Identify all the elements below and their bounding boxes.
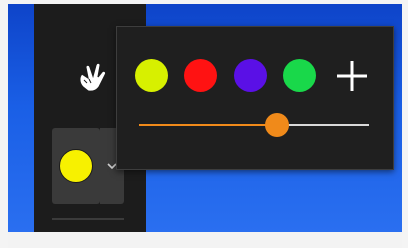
swatch-green[interactable] [283, 59, 316, 92]
bottom-strip [8, 232, 402, 248]
swatch-yellow-green[interactable] [135, 59, 168, 92]
current-color-button[interactable] [52, 128, 100, 204]
hand-pointer-icon [79, 62, 107, 92]
touch-writing-button[interactable] [70, 54, 116, 100]
current-color-swatch [59, 149, 93, 183]
slider-thumb[interactable] [265, 113, 289, 137]
color-picker-flyout [116, 26, 394, 170]
swatch-purple[interactable] [234, 59, 267, 92]
add-color-button[interactable] [333, 57, 371, 95]
slider-fill [139, 124, 277, 126]
plus-icon [337, 61, 367, 91]
toolbar-divider [52, 218, 124, 220]
pen-size-slider[interactable] [139, 113, 369, 137]
swatch-red[interactable] [184, 59, 217, 92]
